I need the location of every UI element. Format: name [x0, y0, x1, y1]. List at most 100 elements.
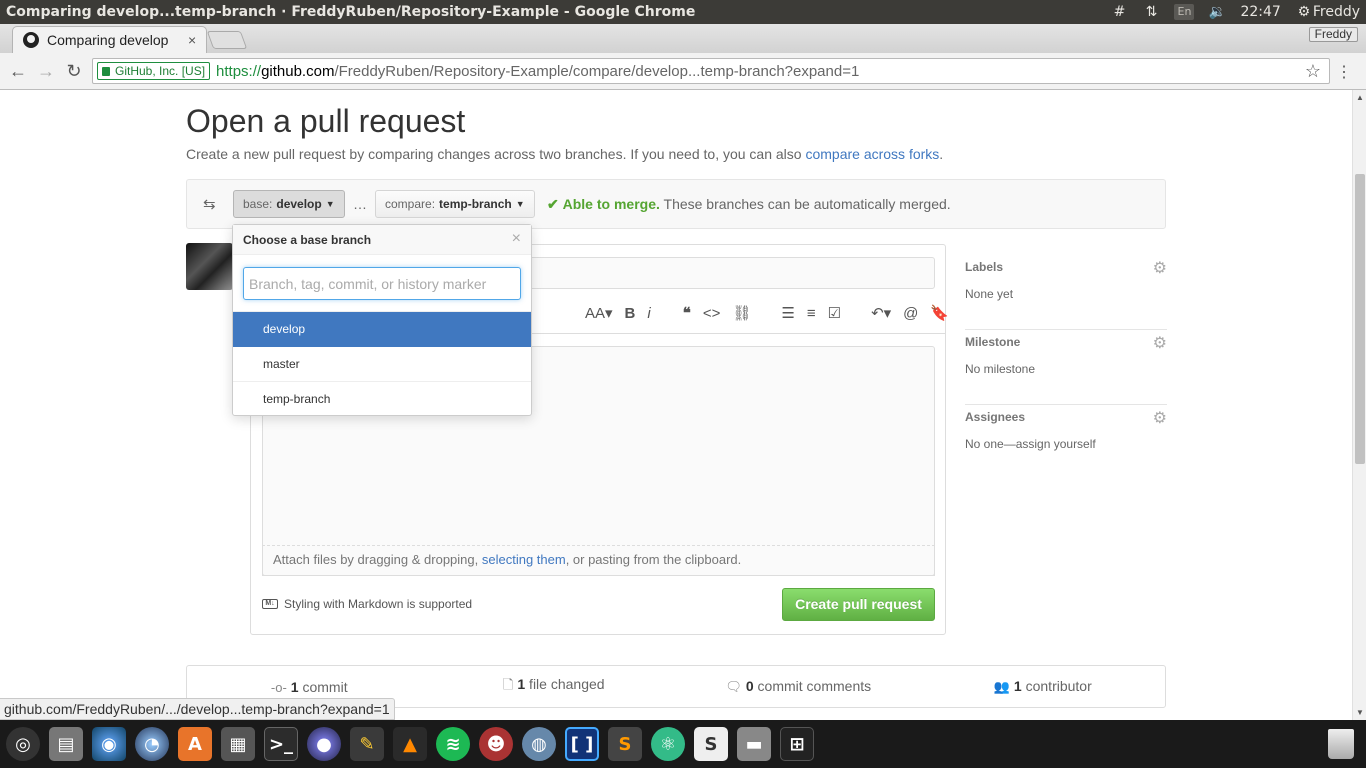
sidebar-labels: Labels ⚙ None yet	[965, 255, 1167, 330]
base-prefix: base:	[243, 197, 273, 211]
sidebar-heading: Labels	[965, 260, 1004, 274]
header-text-icon[interactable]: AA▾	[585, 304, 613, 322]
select-files-link[interactable]: selecting them	[482, 552, 566, 567]
cleaner-icon[interactable]: ✎	[350, 727, 384, 761]
assign-yourself-link[interactable]: No one—assign yourself	[965, 437, 1096, 451]
user-menu[interactable]: ⚙ Freddy	[1295, 3, 1360, 21]
eclipse-icon[interactable]: ●	[307, 727, 341, 761]
ordered-list-icon[interactable]: ≡	[807, 305, 816, 322]
caret-down-icon: ▼	[325, 199, 335, 209]
sidebar-heading: Milestone	[965, 335, 1021, 349]
markdown-toolbar: AA▾ B i ❝ <> ⛓ ☰ ≡ ☑ ↶▾ @ 🔖	[585, 303, 961, 323]
bookmark-icon[interactable]: 🔖	[930, 304, 949, 322]
page-title: Open a pull request	[186, 103, 466, 139]
keyboard-layout-indicator[interactable]: En	[1174, 4, 1195, 20]
network-icon[interactable]: ⇅	[1142, 3, 1160, 21]
disk-icon[interactable]: ▬	[737, 727, 771, 761]
gear-icon[interactable]: ⚙	[1153, 408, 1167, 428]
base-branch-button[interactable]: base: develop ▼	[233, 190, 345, 218]
create-pull-request-button[interactable]: Create pull request	[782, 588, 935, 621]
reload-icon[interactable]: ↻	[64, 61, 84, 81]
chromium-icon[interactable]: ◉	[92, 727, 126, 761]
compare-across-forks-link[interactable]: compare across forks	[805, 146, 939, 162]
lock-icon	[102, 66, 110, 76]
mention-icon[interactable]: @	[903, 305, 918, 322]
forward-icon[interactable]: →	[36, 61, 56, 81]
scroll-up-icon[interactable]: ▲	[1356, 93, 1364, 102]
bold-icon[interactable]: B	[625, 305, 636, 322]
page-scrollbar[interactable]: ▲ ▼	[1352, 90, 1366, 720]
bookmark-star-icon[interactable]: ☆	[1305, 61, 1321, 82]
ev-certificate-badge[interactable]: GitHub, Inc. [US]	[97, 62, 211, 80]
commits-count: 1	[290, 678, 299, 695]
unordered-list-icon[interactable]: ☰	[781, 304, 794, 322]
close-icon[interactable]: ×	[512, 230, 521, 248]
spotify-icon[interactable]: ≋	[436, 727, 470, 761]
sidebar-heading: Assignees	[965, 410, 1026, 424]
merge-ok-label: Able to merge.	[562, 196, 660, 212]
file-attach-bar[interactable]: Attach files by dragging & dropping, sel…	[262, 545, 935, 576]
link-icon[interactable]: ⛓	[732, 304, 751, 322]
dropdown-header: Choose a base branch ×	[233, 225, 531, 255]
volume-icon[interactable]: 🔉	[1208, 3, 1226, 21]
gear-icon[interactable]: ⚙	[1153, 333, 1167, 353]
vlc-icon[interactable]: ▲	[393, 727, 427, 761]
gear-icon: ⚙	[1297, 4, 1311, 20]
scroll-down-icon[interactable]: ▼	[1356, 708, 1364, 717]
new-tab-button[interactable]	[206, 31, 248, 49]
photo-editor-icon[interactable]: ▦	[221, 727, 255, 761]
markdown-icon: M↓	[262, 599, 278, 609]
workspaces-icon[interactable]: ⊞	[780, 727, 814, 761]
avatar[interactable]	[186, 243, 233, 290]
files-icon[interactable]: ▤	[49, 727, 83, 761]
sim-game-icon[interactable]: ☻	[479, 727, 513, 761]
address-bar[interactable]: GitHub, Inc. [US] https://github.com/Fre…	[92, 58, 1330, 84]
page-subtitle: Create a new pull request by comparing c…	[186, 146, 943, 162]
sublime-text-icon[interactable]: S	[608, 727, 642, 761]
branch-filter-input[interactable]	[243, 267, 521, 300]
terminal-icon[interactable]: >_	[264, 727, 298, 761]
reply-icon[interactable]: ↶▾	[871, 304, 891, 322]
tab-title: Comparing develop	[47, 32, 169, 48]
page-content: Open a pull request Create a new pull re…	[0, 90, 1352, 720]
attach-text-2: , or pasting from the clipboard.	[565, 552, 742, 567]
software-center-icon[interactable]: A	[178, 727, 212, 761]
gear-icon[interactable]: ⚙	[1153, 258, 1167, 278]
branch-option-temp-branch[interactable]: temp-branch	[233, 382, 531, 417]
files-count: 1	[517, 675, 526, 692]
compare-branch-button[interactable]: compare: temp-branch ▼	[375, 190, 535, 218]
scroll-thumb[interactable]	[1355, 174, 1365, 464]
clock[interactable]: 22:47	[1240, 4, 1280, 20]
network-tool-icon[interactable]: ◍	[522, 727, 556, 761]
ubuntu-dash-icon[interactable]: ◎	[6, 727, 40, 761]
window-title: Comparing develop...temp-branch · Freddy…	[6, 4, 696, 20]
tab-strip: Comparing develop × Freddy	[0, 24, 1366, 53]
italic-icon[interactable]: i	[647, 305, 650, 322]
attach-text-1: Attach files by dragging & dropping,	[273, 552, 482, 567]
quote-icon[interactable]: ❝	[683, 304, 691, 322]
summary-comments[interactable]: 🗨 0 commit comments	[676, 678, 921, 695]
branch-option-develop[interactable]: develop	[233, 312, 531, 347]
back-icon[interactable]: ←	[8, 61, 28, 81]
sidebar-value: No milestone	[965, 362, 1036, 376]
summary-commits[interactable]: -o- 1 commit	[187, 679, 432, 695]
branch-option-master[interactable]: master	[233, 347, 531, 382]
pr-sidebar: Labels ⚙ None yet Milestone ⚙ No milesto…	[965, 255, 1167, 480]
tab-close-icon[interactable]: ×	[188, 32, 196, 48]
trash-icon[interactable]	[1328, 729, 1354, 759]
browser-tab-active[interactable]: Comparing develop ×	[12, 26, 207, 53]
atom-icon[interactable]: ⚛	[651, 727, 685, 761]
summary-files[interactable]: 🗋 1 file changed	[432, 676, 677, 698]
markdown-note[interactable]: M↓ Styling with Markdown is supported	[262, 597, 472, 611]
firefox-icon[interactable]: ◔	[135, 727, 169, 761]
slack-tray-icon[interactable]: #	[1110, 3, 1128, 21]
slack-icon[interactable]: S	[694, 727, 728, 761]
github-icon	[23, 32, 39, 48]
task-list-icon[interactable]: ☑	[828, 304, 841, 322]
summary-contributors[interactable]: 👥 1 contributor	[921, 678, 1166, 695]
code-icon[interactable]: <>	[703, 305, 721, 322]
browser-menu-icon[interactable]: ⋮	[1336, 62, 1352, 82]
brackets-editor-icon[interactable]: [ ]	[565, 727, 599, 761]
profile-button[interactable]: Freddy	[1308, 27, 1358, 42]
os-title-bar: Comparing develop...temp-branch · Freddy…	[0, 0, 1366, 24]
